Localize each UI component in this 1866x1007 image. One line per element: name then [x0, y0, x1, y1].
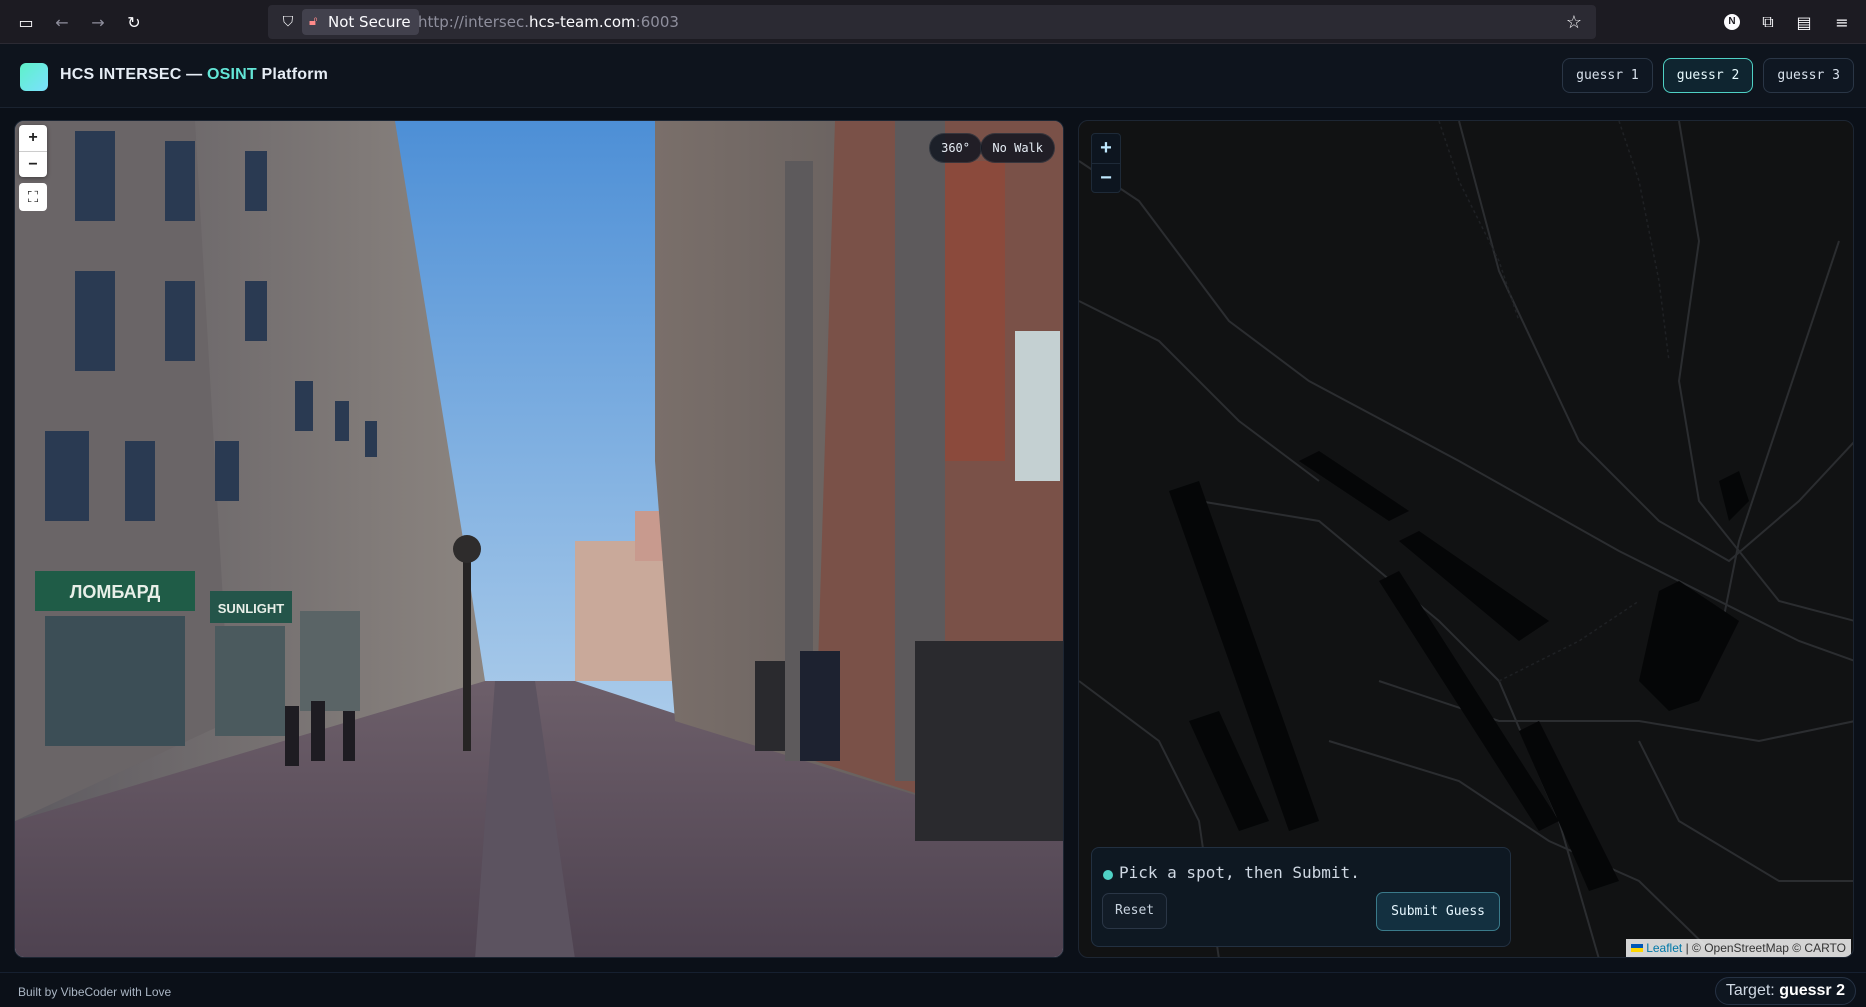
menu-icon[interactable]: ≡	[1830, 10, 1854, 34]
tab-guessr-2[interactable]: guessr 2	[1662, 58, 1754, 93]
url-prefix: http://intersec.	[418, 13, 529, 31]
map-tiles[interactable]	[1079, 121, 1854, 958]
shield-icon[interactable]: ⛉	[276, 10, 300, 34]
target-indicator: Target: guessr 2	[1714, 977, 1856, 1005]
brand-accent: OSINT	[207, 66, 257, 83]
target-label: Target:	[1725, 982, 1780, 999]
built-by-text: Built by VibeCoder with Love	[18, 985, 172, 999]
guess-map[interactable]: + − Pick a spot, then Submit. Reset Subm…	[1078, 120, 1854, 958]
lombard-sign: ЛОМБАРД	[70, 582, 161, 602]
panorama-zoom-control: + −	[19, 125, 47, 177]
url-host: hcs-team.com	[528, 13, 636, 31]
fullscreen-icon[interactable]: ⛶	[19, 183, 47, 211]
profile-avatar[interactable]: N	[1724, 14, 1740, 30]
guess-status-message: Pick a spot, then Submit.	[1119, 863, 1360, 882]
app-logo	[20, 63, 48, 91]
target-value: guessr 2	[1779, 982, 1845, 999]
status-dot	[1103, 870, 1113, 880]
reset-button[interactable]: Reset	[1102, 893, 1168, 929]
guess-panel: Pick a spot, then Submit. Reset Submit G…	[1091, 847, 1511, 947]
extensions-icon[interactable]: ⧉	[1756, 10, 1780, 34]
map-zoom-control: + −	[1091, 133, 1121, 193]
app-header: HCS INTERSEC — OSINT Platform guessr 1 g…	[0, 44, 1866, 108]
sunlight-sign: SUNLIGHT	[218, 601, 285, 616]
not-secure-label: Not Secure	[328, 13, 411, 31]
reload-icon[interactable]: ↻	[122, 10, 146, 34]
app-footer: Built by VibeCoder with Love Target: gue…	[0, 972, 1866, 1007]
url-port: :6003	[635, 13, 679, 31]
back-icon[interactable]: ←	[50, 10, 74, 34]
map-zoom-in-button[interactable]: +	[1092, 134, 1120, 163]
badge-no-walk: No Walk	[980, 133, 1055, 163]
submit-guess-button[interactable]: Submit Guess	[1376, 892, 1500, 931]
forward-icon[interactable]: →	[86, 10, 110, 34]
guessr-tabs: guessr 1 guessr 2 guessr 3	[1562, 58, 1854, 93]
not-secure-badge[interactable]: 🔓︎ Not Secure	[302, 9, 419, 35]
bookmark-star-icon[interactable]: ☆	[1562, 10, 1586, 34]
map-zoom-out-button[interactable]: −	[1092, 163, 1120, 192]
address-bar[interactable]: ⛉ 🔓︎ Not Secure http://intersec.hcs-team…	[268, 5, 1596, 39]
app-title: HCS INTERSEC — OSINT Platform	[60, 66, 328, 84]
panorama-zoom-in-button[interactable]: +	[19, 125, 47, 151]
panorama-zoom-out-button[interactable]: −	[19, 151, 47, 177]
leaflet-link[interactable]: Leaflet	[1646, 941, 1682, 955]
brand-suffix: Platform	[256, 66, 329, 83]
map-attribution: Leaflet | © OpenStreetMap © CARTO	[1626, 939, 1851, 957]
street-view-panorama[interactable]: ЛОМБАРД SUNLIGHT + − ⛶ 360° No Walk	[14, 120, 1064, 958]
reader-view-icon[interactable]: ▤	[1792, 10, 1816, 34]
badge-360: 360°	[929, 133, 982, 163]
tab-guessr-1[interactable]: guessr 1	[1562, 58, 1653, 93]
url-text[interactable]: http://intersec.hcs-team.com:6003	[418, 5, 679, 39]
sidebar-toggle-icon[interactable]: ▭	[14, 10, 38, 34]
tab-guessr-3[interactable]: guessr 3	[1763, 58, 1854, 93]
brand-prefix: HCS INTERSEC —	[60, 66, 208, 83]
insecure-lock-icon: 🔓︎	[309, 14, 318, 29]
ukraine-flag-icon	[1631, 944, 1644, 952]
panorama-image[interactable]: ЛОМБАРД SUNLIGHT	[15, 121, 1064, 958]
browser-toolbar: ▭ ← → ↻ ⛉ 🔓︎ Not Secure http://intersec.…	[0, 0, 1866, 44]
attribution-text: | © OpenStreetMap © CARTO	[1682, 941, 1846, 955]
